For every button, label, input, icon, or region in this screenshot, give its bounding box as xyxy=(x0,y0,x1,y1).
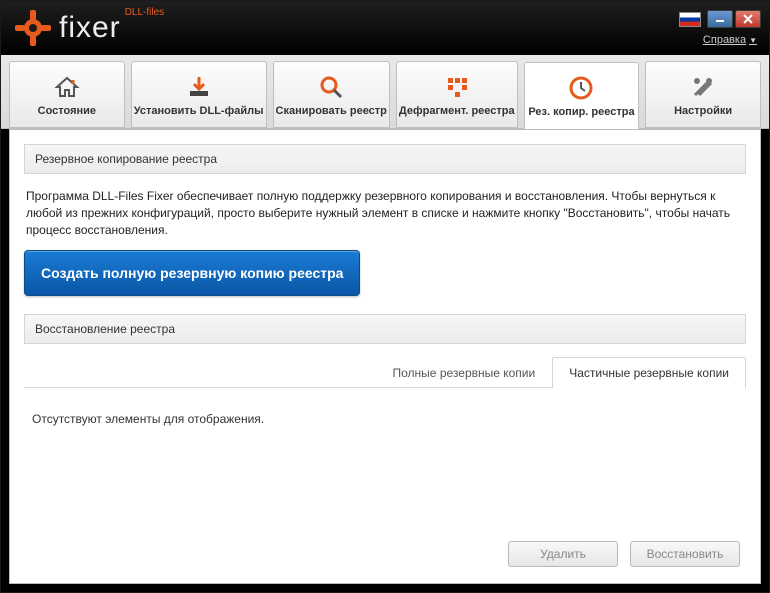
window-controls xyxy=(679,10,761,28)
tab-label: Дефрагмент. реестра xyxy=(399,105,515,117)
titlebar: fixer DLL-files Справка ▼ xyxy=(1,1,769,55)
help-menu[interactable]: Справка ▼ xyxy=(703,34,757,46)
minimize-button[interactable] xyxy=(707,10,733,28)
main-tabbar: Состояние Установить DLL-файлы Сканирова… xyxy=(1,55,769,129)
search-icon xyxy=(317,73,345,101)
tab-settings[interactable]: Настройки xyxy=(645,61,761,128)
tab-backup-registry[interactable]: Рез. копир. реестра xyxy=(524,62,640,129)
language-flag-russia[interactable] xyxy=(679,12,701,27)
app-window: fixer DLL-files Справка ▼ С xyxy=(0,0,770,593)
clock-restore-icon xyxy=(567,74,595,102)
chevron-down-icon: ▼ xyxy=(749,36,757,45)
tab-scan-registry[interactable]: Сканировать реестр xyxy=(273,61,390,128)
defrag-icon xyxy=(443,73,471,101)
tools-icon xyxy=(689,73,717,101)
create-full-backup-button[interactable]: Создать полную резервную копию реестра xyxy=(24,250,360,296)
home-icon xyxy=(53,73,81,101)
close-button[interactable] xyxy=(735,10,761,28)
section-backup-header: Резервное копирование реестра xyxy=(24,144,746,174)
section-restore-header: Восстановление реестра xyxy=(24,314,746,344)
help-label: Справка xyxy=(703,34,746,46)
tab-install-dll[interactable]: Установить DLL-файлы xyxy=(131,61,267,128)
tab-status[interactable]: Состояние xyxy=(9,61,125,128)
subtab-partial-backups[interactable]: Частичные резервные копии xyxy=(552,357,746,388)
download-icon xyxy=(185,73,213,101)
tab-label: Установить DLL-файлы xyxy=(134,105,264,117)
tab-label: Состояние xyxy=(38,105,96,117)
logo-icon xyxy=(13,8,53,48)
tab-label: Сканировать реестр xyxy=(276,105,387,117)
tab-defrag-registry[interactable]: Дефрагмент. реестра xyxy=(396,61,518,128)
content-panel: Резервное копирование реестра Программа … xyxy=(9,129,761,584)
restore-subtabs: Полные резервные копии Частичные резервн… xyxy=(24,356,746,388)
tab-label: Настройки xyxy=(674,105,732,117)
footer-buttons: Удалить Восстановить xyxy=(24,533,746,569)
backup-list-area: Отсутствуют элементы для отображения. xyxy=(24,388,746,533)
app-logo: fixer DLL-files xyxy=(13,8,166,48)
delete-button[interactable]: Удалить xyxy=(508,541,618,567)
logo-text: fixer xyxy=(59,13,121,43)
tab-label: Рез. копир. реестра xyxy=(528,106,634,118)
backup-description: Программа DLL-Files Fixer обеспечивает п… xyxy=(26,188,744,238)
restore-button[interactable]: Восстановить xyxy=(630,541,740,567)
logo-superscript: DLL-files xyxy=(125,7,164,18)
empty-list-message: Отсутствуют элементы для отображения. xyxy=(32,412,264,426)
subtab-full-backups[interactable]: Полные резервные копии xyxy=(376,357,553,388)
